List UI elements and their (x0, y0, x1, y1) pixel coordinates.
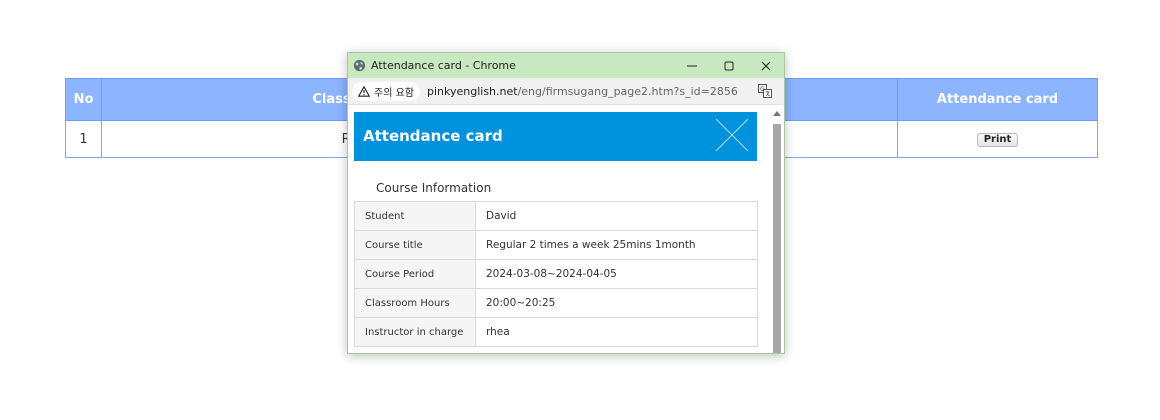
table-row: Course title Regular 2 times a week 25mi… (354, 230, 758, 260)
table-row: Student David (354, 201, 758, 231)
scroll-up-icon[interactable] (772, 108, 782, 118)
window-titlebar: Attendance card - Chrome (348, 53, 784, 78)
row-value: rhea (475, 317, 758, 347)
close-card-icon[interactable] (715, 118, 749, 152)
globe-icon (353, 59, 366, 72)
row-label: Classroom Hours (354, 288, 476, 318)
section-title: Course Information (376, 181, 492, 195)
row-value: 2024-03-08~2024-04-05 (475, 259, 758, 289)
window-title: Attendance card - Chrome (371, 59, 516, 72)
row-value: 20:00~20:25 (475, 288, 758, 318)
maximize-button[interactable] (710, 53, 747, 78)
popup-content: Attendance card Course Information Stude… (348, 105, 784, 353)
row-label: Course Period (354, 259, 476, 289)
address-bar[interactable]: 주의 요함 pinkyenglish.net/eng/firmsugang_pa… (348, 78, 784, 105)
cell-action: Print (897, 120, 1098, 158)
warning-icon (358, 85, 370, 97)
row-value: David (475, 201, 758, 231)
security-chip-label: 주의 요함 (374, 87, 414, 99)
cell-no: 1 (65, 120, 102, 158)
row-label: Instructor in charge (354, 317, 476, 347)
window-controls (673, 53, 784, 78)
attendance-popup-window: Attendance card - Chrome 주의 요함 pinkyengl… (347, 52, 785, 354)
table-row: Course Period 2024-03-08~2024-04-05 (354, 259, 758, 289)
maximize-icon (724, 61, 733, 70)
close-window-button[interactable] (747, 53, 784, 78)
print-button[interactable]: Print (976, 133, 1019, 147)
row-label: Student (354, 201, 476, 231)
header-attendance-card: Attendance card (897, 78, 1098, 121)
header-no: No (65, 78, 102, 121)
translate-icon[interactable]: G (758, 84, 772, 98)
course-info-table: Student David Course title Regular 2 tim… (354, 201, 758, 347)
table-row: Classroom Hours 20:00~20:25 (354, 288, 758, 318)
row-value: Regular 2 times a week 25mins 1month (475, 230, 758, 260)
card-title: Attendance card (363, 127, 503, 145)
minimize-button[interactable] (673, 53, 710, 78)
security-chip[interactable]: 주의 요함 (352, 81, 420, 101)
row-label: Course title (354, 230, 476, 260)
vertical-scrollbar[interactable] (772, 108, 782, 353)
table-row: Instructor in charge rhea (354, 317, 758, 347)
close-icon (761, 61, 770, 70)
card-header: Attendance card (354, 112, 757, 161)
scrollbar-thumb[interactable] (773, 124, 781, 353)
url-text[interactable]: pinkyenglish.net/eng/firmsugang_page2.ht… (427, 85, 738, 98)
minimize-icon (686, 65, 697, 66)
